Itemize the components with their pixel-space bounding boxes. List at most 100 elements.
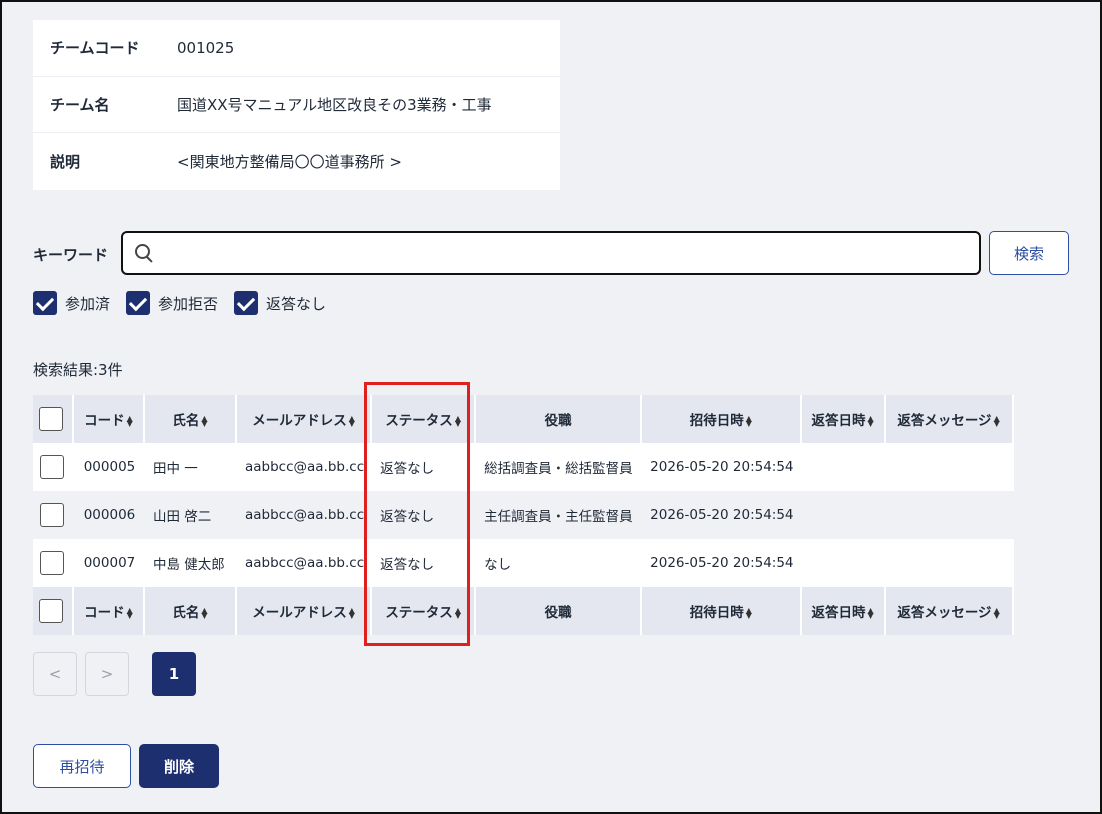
team-code-row: チームコード 001025 [33, 20, 560, 77]
filter-declined[interactable]: 参加拒否 [126, 291, 218, 315]
footer-mail[interactable]: メールアドレス ▲ ▼ [237, 587, 373, 635]
sort-icon: ▲ ▼ [745, 606, 752, 620]
select-all-checkbox[interactable] [38, 599, 63, 623]
header-code[interactable]: コード ▲ ▼ [74, 395, 145, 443]
description-row: 説明 <関東地方整備局〇〇道事務所 > [33, 133, 560, 190]
team-code-value: 001025 [177, 38, 235, 57]
filter-no-response[interactable]: 返答なし [234, 291, 326, 315]
footer-name-label: 氏名 [172, 605, 200, 621]
cell-message [885, 443, 1014, 491]
cell-name: 田中 一 [145, 443, 237, 491]
row-checkbox[interactable] [39, 455, 64, 479]
search-box[interactable] [121, 231, 981, 275]
footer-name[interactable]: 氏名 ▲ ▼ [145, 587, 237, 635]
header-status-label: ステータス [385, 413, 453, 429]
filter-joined[interactable]: 参加済 [33, 291, 110, 315]
search-button[interactable]: 検索 [989, 231, 1069, 275]
cell-mail: aabbcc@aa.bb.cc [237, 539, 373, 587]
header-name[interactable]: 氏名 ▲ ▼ [145, 395, 237, 443]
cell-role: なし [476, 539, 643, 587]
footer-invited-label: 招待日時 [689, 605, 744, 621]
next-page-button[interactable]: > [85, 652, 129, 696]
filter-no-response-label: 返答なし [266, 294, 327, 313]
team-name-row: チーム名 国道XX号マニュアル地区改良その3業務・工事 [33, 77, 560, 134]
cell-code: 000006 [74, 491, 145, 539]
cell-status: 返答なし [372, 539, 477, 587]
footer-answered[interactable]: 返答日時 ▲ ▼ [801, 587, 886, 635]
table-footer-row: コード ▲ ▼ 氏名 ▲ ▼ メールアドレス ▲ ▼ ステータス ▲ ▼ 役職 招待日時 ▲ ▼ 返… [33, 587, 1014, 635]
filter-joined-checkbox[interactable] [33, 291, 57, 315]
select-all-checkbox[interactable] [38, 407, 63, 431]
header-message[interactable]: 返答メッセージ ▲ ▼ [885, 395, 1014, 443]
prev-page-button[interactable]: < [33, 652, 77, 696]
footer-status-label: ステータス [385, 605, 453, 621]
search-input[interactable] [161, 235, 979, 271]
sort-icon: ▲ ▼ [201, 606, 208, 620]
row-checkbox[interactable] [39, 503, 64, 527]
cell-code: 000007 [74, 539, 145, 587]
member-table: コード ▲ ▼ 氏名 ▲ ▼ メールアドレス ▲ ▼ ステータス ▲ ▼ 役職 招待日時 ▲ ▼ 返… [33, 395, 1014, 635]
footer-answered-label: 返答日時 [811, 605, 866, 621]
keyword-label: キーワード [33, 246, 109, 264]
team-name-value: 国道XX号マニュアル地区改良その3業務・工事 [177, 95, 492, 114]
cell-status: 返答なし [372, 491, 477, 539]
footer-status[interactable]: ステータス ▲ ▼ [372, 587, 477, 635]
footer-role: 役職 [476, 587, 643, 635]
header-invited-label: 招待日時 [689, 413, 744, 429]
cell-name: 山田 啓二 [145, 491, 237, 539]
cell-mail: aabbcc@aa.bb.cc [237, 491, 373, 539]
filter-declined-label: 参加拒否 [158, 294, 219, 313]
footer-code[interactable]: コード ▲ ▼ [74, 587, 145, 635]
header-name-label: 氏名 [172, 413, 200, 429]
cell-message [885, 491, 1014, 539]
cell-mail: aabbcc@aa.bb.cc [237, 443, 373, 491]
footer-role-label: 役職 [544, 605, 572, 621]
sort-icon: ▲ ▼ [867, 414, 874, 428]
header-code-label: コード [84, 413, 125, 429]
description-label: 説明 [50, 152, 81, 171]
footer-code-label: コード [84, 605, 125, 621]
select-all-header [33, 395, 74, 443]
footer-message-label: 返答メッセージ [897, 605, 992, 621]
pagination: < > 1 [33, 652, 196, 696]
sort-icon: ▲ ▼ [745, 414, 752, 428]
table-header-row: コード ▲ ▼ 氏名 ▲ ▼ メールアドレス ▲ ▼ ステータス ▲ ▼ 役職 招待日時 ▲ ▼ 返… [33, 395, 1014, 443]
filter-joined-label: 参加済 [65, 294, 111, 313]
footer-invited[interactable]: 招待日時 ▲ ▼ [642, 587, 802, 635]
filter-no-response-checkbox[interactable] [234, 291, 259, 315]
search-icon [135, 244, 153, 262]
reinvite-button[interactable]: 再招待 [33, 744, 131, 788]
cell-invited: 2026-05-20 20:54:54 [642, 491, 802, 539]
page-1-button[interactable]: 1 [152, 652, 196, 696]
header-mail[interactable]: メールアドレス ▲ ▼ [237, 395, 373, 443]
sort-icon: ▲ ▼ [126, 606, 133, 620]
description-value: <関東地方整備局〇〇道事務所 > [177, 152, 402, 171]
delete-button[interactable]: 削除 [139, 744, 219, 788]
cell-message [885, 539, 1014, 587]
sort-icon: ▲ ▼ [201, 414, 208, 428]
filter-declined-checkbox[interactable] [126, 291, 151, 315]
row-checkbox[interactable] [39, 551, 64, 575]
header-answered[interactable]: 返答日時 ▲ ▼ [801, 395, 886, 443]
table-row: 000006 山田 啓二 aabbcc@aa.bb.cc 返答なし 主任調査員・… [33, 491, 1014, 539]
team-info-card: チームコード 001025 チーム名 国道XX号マニュアル地区改良その3業務・工… [33, 20, 560, 190]
footer-message[interactable]: 返答メッセージ ▲ ▼ [885, 587, 1014, 635]
cell-invited: 2026-05-20 20:54:54 [642, 539, 802, 587]
row-select-cell [33, 491, 74, 539]
header-answered-label: 返答日時 [811, 413, 866, 429]
cell-role: 総括調査員・総括監督員 [476, 443, 643, 491]
sort-icon: ▲ ▼ [348, 606, 355, 620]
cell-role: 主任調査員・主任監督員 [476, 491, 643, 539]
team-code-label: チームコード [50, 39, 140, 58]
team-name-label: チーム名 [50, 95, 110, 114]
row-select-cell [33, 539, 74, 587]
header-invited[interactable]: 招待日時 ▲ ▼ [642, 395, 802, 443]
header-message-label: 返答メッセージ [897, 413, 992, 429]
header-status[interactable]: ステータス ▲ ▼ [372, 395, 477, 443]
cell-answered [801, 443, 886, 491]
sort-icon: ▲ ▼ [867, 606, 874, 620]
sort-icon: ▲ ▼ [993, 414, 1000, 428]
cell-status: 返答なし [372, 443, 477, 491]
sort-icon: ▲ ▼ [454, 414, 461, 428]
cell-answered [801, 491, 886, 539]
